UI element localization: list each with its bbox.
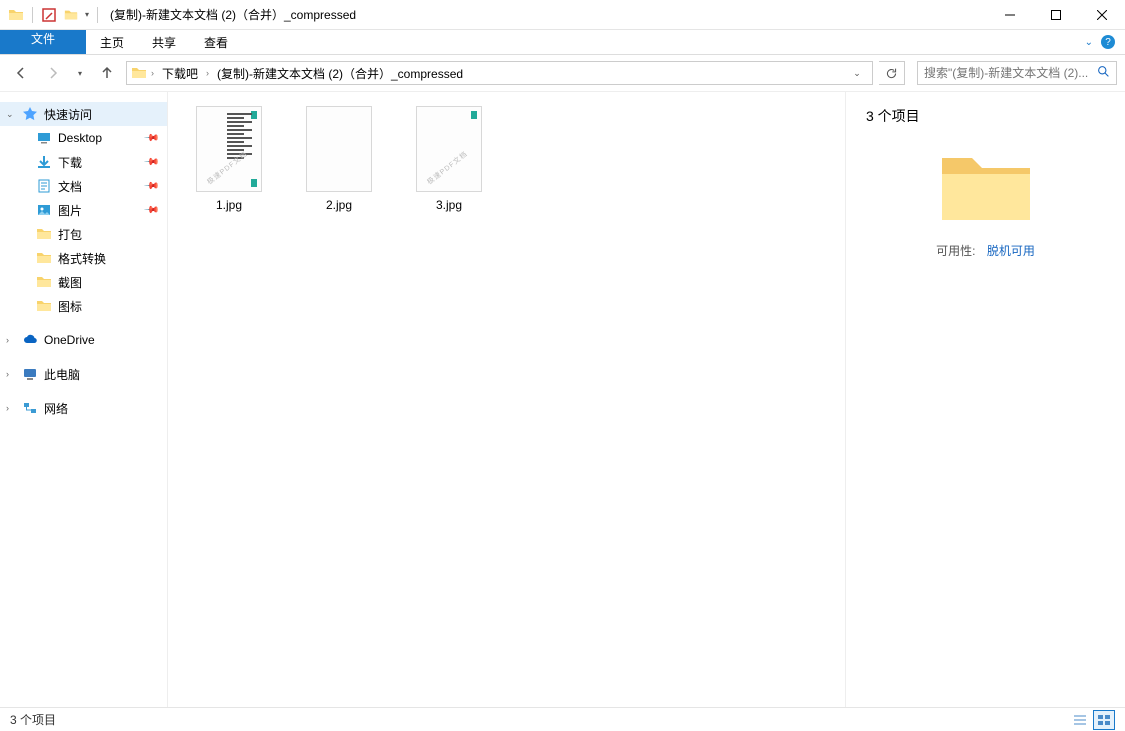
sidebar-item-label: 打包 xyxy=(58,226,82,243)
details-title: 3 个项目 xyxy=(866,106,1105,126)
title-bar: ▾ (复制)-新建文本文档 (2)（合并）_compressed xyxy=(0,0,1125,30)
desktop-icon xyxy=(36,130,52,146)
thumbnail: 极速PDF文档 xyxy=(416,106,482,192)
chevron-right-icon[interactable]: › xyxy=(6,403,9,413)
folder-icon xyxy=(36,298,52,314)
sidebar-onedrive[interactable]: › OneDrive xyxy=(0,328,167,352)
sidebar-item-label: 格式转换 xyxy=(58,250,106,267)
details-pane: 3 个项目 可用性: 脱机可用 xyxy=(845,92,1125,707)
folder-icon xyxy=(36,250,52,266)
sidebar-item[interactable]: 下载 📌 xyxy=(0,150,167,174)
availability-value: 脱机可用 xyxy=(987,244,1035,258)
sidebar-item-label: OneDrive xyxy=(44,333,95,347)
chevron-right-icon[interactable]: › xyxy=(151,68,154,78)
star-icon xyxy=(22,106,38,122)
chevron-right-icon[interactable]: › xyxy=(6,335,9,345)
sidebar-item-label: 文档 xyxy=(58,178,82,195)
file-item[interactable]: 极速PDF文档 1.jpg xyxy=(186,106,272,212)
tab-view[interactable]: 查看 xyxy=(190,30,242,54)
cloud-icon xyxy=(22,332,38,348)
pin-icon: 📌 xyxy=(142,154,159,171)
pin-icon: 📌 xyxy=(142,130,159,147)
address-bar[interactable]: › 下载吧 › (复制)-新建文本文档 (2)（合并）_compressed ⌄ xyxy=(126,61,873,85)
folder-icon xyxy=(938,146,1034,224)
file-name: 3.jpg xyxy=(436,198,462,212)
folder-icon xyxy=(36,226,52,242)
sidebar-item[interactable]: 图片 📌 xyxy=(0,198,167,222)
tab-home[interactable]: 主页 xyxy=(86,30,138,54)
folder-icon xyxy=(36,274,52,290)
tab-share[interactable]: 共享 xyxy=(138,30,190,54)
chevron-down-icon[interactable]: ⌄ xyxy=(6,109,14,120)
sidebar-quick-access[interactable]: ⌄ 快速访问 xyxy=(0,102,167,126)
sidebar-item[interactable]: 打包 xyxy=(0,222,167,246)
refresh-button[interactable] xyxy=(879,61,905,85)
status-bar: 3 个项目 xyxy=(0,707,1125,731)
maximize-button[interactable] xyxy=(1033,0,1079,30)
sidebar-this-pc[interactable]: › 此电脑 xyxy=(0,362,167,386)
thumbnail xyxy=(306,106,372,192)
close-button[interactable] xyxy=(1079,0,1125,30)
chevron-right-icon[interactable]: › xyxy=(6,369,9,379)
chevron-right-icon[interactable]: › xyxy=(206,68,209,78)
folder-icon xyxy=(8,7,24,23)
sidebar-item[interactable]: Desktop 📌 xyxy=(0,126,167,150)
folder-icon[interactable] xyxy=(63,7,79,23)
file-name: 1.jpg xyxy=(216,198,242,212)
sidebar-item-label: 快速访问 xyxy=(44,106,92,123)
address-dropdown-icon[interactable]: ⌄ xyxy=(846,68,868,79)
breadcrumb[interactable]: 下载吧 xyxy=(158,62,202,84)
sidebar-item-label: 图标 xyxy=(58,298,82,315)
sidebar-item[interactable]: 图标 xyxy=(0,294,167,318)
sidebar-item-label: Desktop xyxy=(58,131,102,145)
file-list[interactable]: 极速PDF文档 1.jpg 2.jpg 极速PDF文档 3.jpg xyxy=(168,92,845,707)
nav-up-button[interactable] xyxy=(94,60,120,86)
nav-forward-button[interactable] xyxy=(40,60,66,86)
nav-back-button[interactable] xyxy=(8,60,34,86)
docs-icon xyxy=(36,178,52,194)
sidebar-item-label: 网络 xyxy=(44,400,68,417)
ribbon-expand-icon[interactable]: ⌄ xyxy=(1085,37,1093,48)
qat-dropdown-icon[interactable]: ▾ xyxy=(85,10,89,19)
sidebar-item-label: 截图 xyxy=(58,274,82,291)
file-name: 2.jpg xyxy=(326,198,352,212)
breadcrumb[interactable]: (复制)-新建文本文档 (2)（合并）_compressed xyxy=(213,62,467,84)
divider xyxy=(32,7,33,23)
qat-properties-icon[interactable] xyxy=(41,7,57,23)
window-title: (复制)-新建文本文档 (2)（合并）_compressed xyxy=(110,6,356,23)
nav-pane: ⌄ 快速访问 Desktop 📌 下载 📌 文档 📌 图片 📌 打包格式转换截图图标 › One… xyxy=(0,92,168,707)
view-details-button[interactable] xyxy=(1069,710,1091,730)
tab-file[interactable]: 文件 xyxy=(0,30,86,54)
minimize-button[interactable] xyxy=(987,0,1033,30)
file-item[interactable]: 2.jpg xyxy=(296,106,382,212)
status-text: 3 个项目 xyxy=(10,711,56,728)
ribbon-tabs: 文件 主页 共享 查看 ⌄ ? xyxy=(0,30,1125,55)
sidebar-item-label: 此电脑 xyxy=(44,366,80,383)
search-box[interactable] xyxy=(917,61,1117,85)
sidebar-item[interactable]: 文档 📌 xyxy=(0,174,167,198)
nav-row: ▾ › 下载吧 › (复制)-新建文本文档 (2)（合并）_compressed… xyxy=(0,55,1125,91)
search-icon[interactable] xyxy=(1097,65,1110,81)
downloads-icon xyxy=(36,154,52,170)
availability-row: 可用性: 脱机可用 xyxy=(866,242,1105,259)
nav-recent-button[interactable]: ▾ xyxy=(72,60,88,86)
folder-icon xyxy=(131,65,147,81)
network-icon xyxy=(22,400,38,416)
sidebar-item-label: 下载 xyxy=(58,154,82,171)
divider xyxy=(97,7,98,23)
search-input[interactable] xyxy=(924,66,1093,80)
sidebar-item[interactable]: 格式转换 xyxy=(0,246,167,270)
thumbnail: 极速PDF文档 xyxy=(196,106,262,192)
pc-icon xyxy=(22,366,38,382)
pictures-icon xyxy=(36,202,52,218)
help-icon[interactable]: ? xyxy=(1101,35,1115,49)
sidebar-item-label: 图片 xyxy=(58,202,82,219)
file-item[interactable]: 极速PDF文档 3.jpg xyxy=(406,106,492,212)
availability-label: 可用性: xyxy=(936,244,975,258)
pin-icon: 📌 xyxy=(142,202,159,219)
view-large-icons-button[interactable] xyxy=(1093,710,1115,730)
sidebar-network[interactable]: › 网络 xyxy=(0,396,167,420)
pin-icon: 📌 xyxy=(142,178,159,195)
sidebar-item[interactable]: 截图 xyxy=(0,270,167,294)
